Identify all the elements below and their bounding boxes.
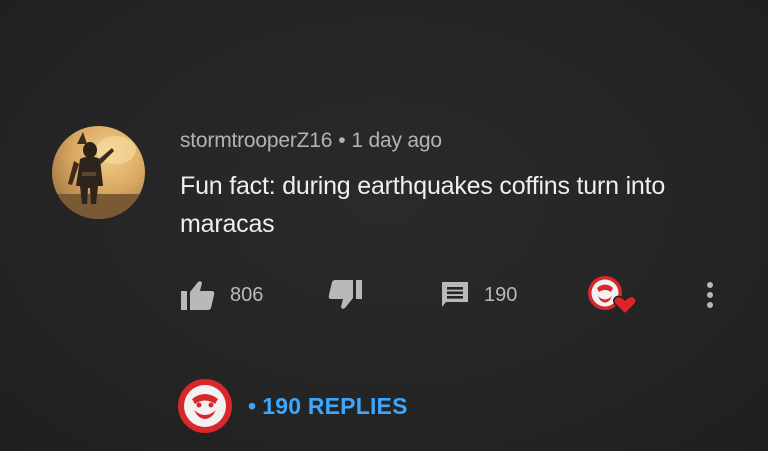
replies-count-label: 190 REPLIES (262, 392, 408, 419)
replies-label: • 190 REPLIES (248, 393, 408, 420)
comment-meta: stormtrooperZ16 • 1 day ago (180, 129, 442, 153)
author-name[interactable]: stormtrooperZ16 (180, 129, 332, 152)
thumbs-down-icon (328, 280, 362, 309)
mandalorian-avatar-icon (52, 132, 145, 219)
like-button[interactable]: 806 (180, 270, 263, 320)
creator-avatar-icon (178, 379, 232, 433)
meta-separator: • (338, 129, 346, 152)
comment-time[interactable]: 1 day ago (351, 129, 442, 152)
replies-bullet: • (248, 392, 257, 419)
comment-text: Fun fact: during earthquakes coffins tur… (180, 172, 666, 238)
creator-heart-icon (588, 276, 638, 316)
like-count: 806 (230, 283, 264, 306)
more-vert-icon (707, 282, 713, 308)
comment-thread: stormtrooperZ16 • 1 day ago Fun fact: duri… (0, 0, 768, 451)
creator-heart (585, 270, 639, 320)
reply-button[interactable]: 190 (440, 270, 517, 320)
author-avatar[interactable] (52, 126, 145, 219)
view-replies-button[interactable]: • 190 REPLIES (176, 378, 408, 434)
reply-count: 190 (484, 283, 518, 306)
dislike-button[interactable] (327, 270, 363, 320)
more-options-button[interactable] (700, 270, 720, 320)
comment-actions: 806 190 (0, 270, 768, 320)
comment-icon (442, 282, 468, 307)
thumbs-up-icon (181, 281, 215, 310)
